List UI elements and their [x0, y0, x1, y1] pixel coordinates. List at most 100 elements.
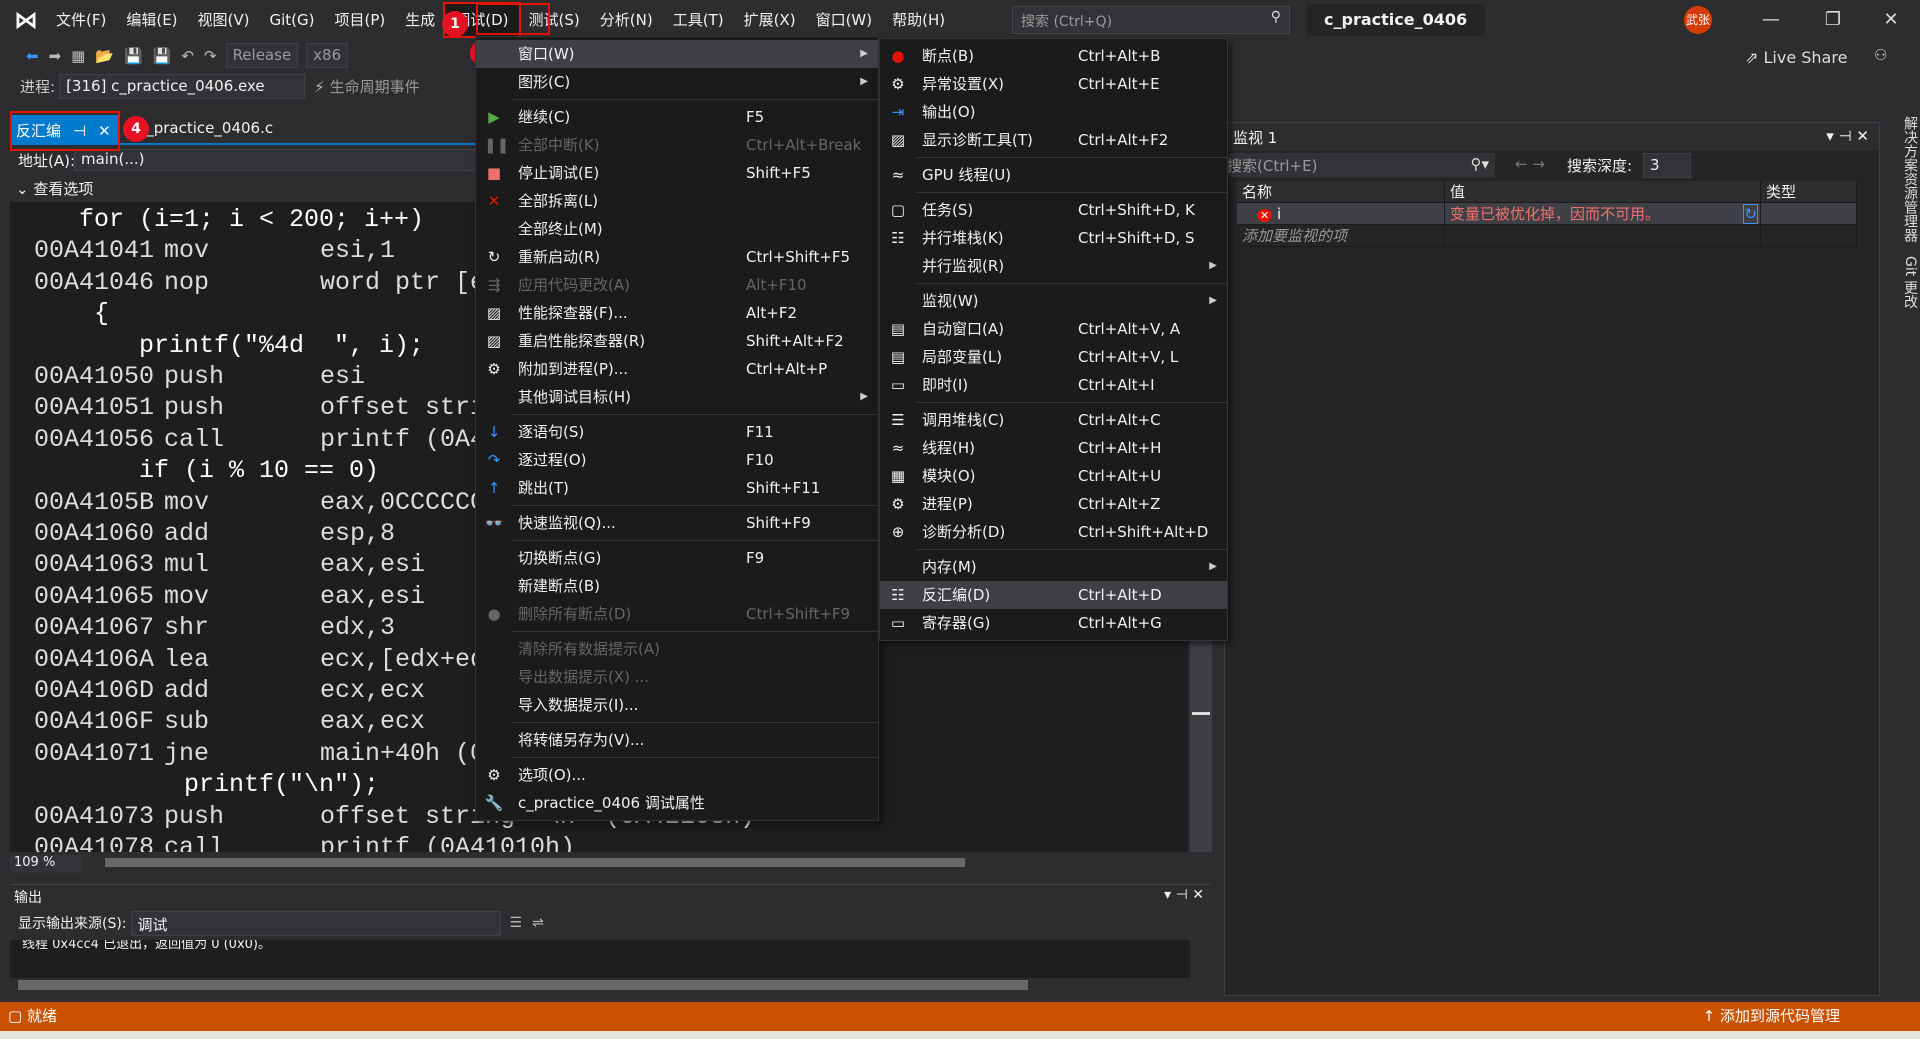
menu-item[interactable]: 将转储另存为(V)... [476, 726, 878, 754]
menu-item[interactable]: ▦ 模块(O) Ctrl+Alt+U [880, 462, 1227, 490]
column-header-value[interactable]: 值 [1445, 181, 1761, 202]
menu-item[interactable]: ▨ 显示诊断工具(T) Ctrl+Alt+F2 [880, 126, 1227, 154]
menu-item[interactable]: 其他调试目标(H) ▶ [476, 383, 878, 411]
menu-item[interactable]: ⇥ 输出(O) [880, 98, 1227, 126]
forward-icon[interactable]: ➡ [49, 47, 62, 65]
menu-2[interactable]: 视图(V) [188, 4, 260, 36]
menu-item[interactable]: ⚙ 进程(P) Ctrl+Alt+Z [880, 490, 1227, 518]
lifecycle-events[interactable]: 生命周期事件 [330, 76, 420, 97]
platform-select[interactable]: x86 [306, 43, 349, 68]
watch-row[interactable]: ✕ i 变量已被优化掉，因而不可用。 ↻ [1237, 203, 1857, 225]
menu-item[interactable]: ⚙ 异常设置(X) Ctrl+Alt+E [880, 70, 1227, 98]
menu-1[interactable]: 编辑(E) [116, 4, 187, 36]
menu-item[interactable]: 窗口(W) ▶ [476, 40, 878, 68]
menu-item[interactable]: ↑ 跳出(T) Shift+F11 [476, 474, 878, 502]
process-select[interactable]: [316] c_practice_0406.exe [59, 74, 306, 99]
source-control-button[interactable]: ↑ 添加到源代码管理 [1703, 1002, 1840, 1031]
menu-item[interactable]: 图形(C) ▶ [476, 68, 878, 96]
menu-item[interactable]: 并行监视(R) ▶ [880, 252, 1227, 280]
menu-item[interactable]: ☰ 调用堆栈(C) Ctrl+Alt+C [880, 406, 1227, 434]
menu-item[interactable]: ● 断点(B) Ctrl+Alt+B [880, 42, 1227, 70]
menu-5[interactable]: 生成 [395, 4, 445, 36]
menu-item[interactable]: 内存(M) ▶ [880, 553, 1227, 581]
horizontal-scrollbar[interactable] [10, 853, 1190, 873]
menu-item[interactable]: ▨ 性能探查器(F)... Alt+F2 [476, 299, 878, 327]
menu-item[interactable]: ▭ 寄存器(G) Ctrl+Alt+G [880, 609, 1227, 637]
pin-icon[interactable]: ⊣ [73, 122, 86, 140]
open-icon[interactable]: 📂 [95, 47, 114, 65]
save-all-icon[interactable]: 💾 [153, 47, 172, 65]
menu-item[interactable]: 全部终止(M) [476, 215, 878, 243]
menu-item[interactable]: ▤ 自动窗口(A) Ctrl+Alt+V, A [880, 315, 1227, 343]
menu-item[interactable]: ✕ 全部拆离(L) [476, 187, 878, 215]
side-tab-git-changes[interactable]: Git 更改 [1902, 256, 1918, 309]
side-tab-solution-explorer[interactable]: 解决方案资源管理器 [1902, 116, 1918, 242]
nav-arrows[interactable]: ← → [1515, 155, 1545, 173]
add-watch-row[interactable]: 添加要监视的项 [1237, 225, 1857, 247]
menu-item[interactable]: 清除所有数据提示(A) [476, 635, 878, 663]
word-wrap-icon[interactable]: ⇌ [532, 915, 544, 931]
redo-icon[interactable]: ↷ [204, 47, 217, 65]
view-options-toggle[interactable]: ⌄ 查看选项 [10, 178, 99, 199]
new-project-icon[interactable]: ▦ [71, 47, 85, 65]
back-icon[interactable]: ⬅ [26, 47, 39, 65]
search-depth-select[interactable]: 3 [1643, 153, 1691, 178]
column-header-type[interactable]: 类型 [1761, 181, 1857, 202]
close-tab-icon[interactable]: ✕ [98, 122, 111, 140]
output-source-select[interactable]: 调试 [130, 910, 501, 936]
menu-item[interactable]: ▭ 即时(I) Ctrl+Alt+I [880, 371, 1227, 399]
menu-item[interactable]: ▢ 任务(S) Ctrl+Shift+D, K [880, 196, 1227, 224]
menu-item[interactable]: ❚❚ 全部中断(K) Ctrl+Alt+Break [476, 131, 878, 159]
clear-all-icon[interactable]: ☰ [510, 915, 523, 931]
avatar[interactable]: 武张 [1684, 6, 1712, 34]
menu-item[interactable]: ⚙ 附加到进程(P)... Ctrl+Alt+P [476, 355, 878, 383]
menu-item[interactable]: ⚙ 选项(O)... [476, 761, 878, 789]
menu-7[interactable]: 测试(S) [519, 4, 590, 36]
menu-item[interactable]: ⊕ 诊断分析(D) Ctrl+Shift+Alt+D [880, 518, 1227, 546]
menu-item[interactable]: ⇶ 应用代码更改(A) Alt+F10 [476, 271, 878, 299]
tab-disassembly[interactable]: 反汇编 ⊣ ✕ [10, 115, 118, 145]
menu-0[interactable]: 文件(F) [46, 4, 116, 36]
menu-item[interactable]: 新建断点(B) [476, 572, 878, 600]
menu-item[interactable]: ≈ 线程(H) Ctrl+Alt+H [880, 434, 1227, 462]
menu-4[interactable]: 项目(P) [325, 4, 396, 36]
panel-controls[interactable]: ▾ ⊣ ✕ [1164, 887, 1204, 903]
menu-8[interactable]: 分析(N) [590, 4, 663, 36]
tab-source-file[interactable]: c_practice_0406.c [138, 119, 273, 137]
panel-controls[interactable]: ▾ ⊣ ✕ [1826, 127, 1869, 145]
menu-item[interactable]: ≈ GPU 线程(U) [880, 161, 1227, 189]
menu-item[interactable]: ☷ 反汇编(D) Ctrl+Alt+D [880, 581, 1227, 609]
menu-9[interactable]: 工具(T) [663, 4, 734, 36]
column-header-name[interactable]: 名称 [1237, 181, 1445, 202]
menu-item[interactable]: ↓ 逐语句(S) F11 [476, 418, 878, 446]
menu-item[interactable]: 👓 快速监视(Q)... Shift+F9 [476, 509, 878, 537]
menu-item[interactable]: 切换断点(G) F9 [476, 544, 878, 572]
configuration-select[interactable]: Release [225, 43, 299, 68]
menu-item[interactable]: ↻ 重新启动(R) Ctrl+Shift+F5 [476, 243, 878, 271]
menu-item[interactable]: ▤ 局部变量(L) Ctrl+Alt+V, L [880, 343, 1227, 371]
menu-item[interactable]: ● 删除所有断点(D) Ctrl+Shift+F9 [476, 600, 878, 628]
undo-icon[interactable]: ↶ [181, 47, 194, 65]
minimize-button[interactable]: — [1748, 0, 1794, 40]
menu-item[interactable]: ■ 停止调试(E) Shift+F5 [476, 159, 878, 187]
menu-item[interactable]: ▶ 继续(C) F5 [476, 103, 878, 131]
zoom-select[interactable]: 109 % [10, 855, 82, 873]
menu-item[interactable]: 导入数据提示(I)... [476, 691, 878, 719]
menu-item[interactable]: 监视(W) ▶ [880, 287, 1227, 315]
menu-12[interactable]: 帮助(H) [882, 4, 955, 36]
menu-item[interactable]: ▨ 重启性能探查器(R) Shift+Alt+F2 [476, 327, 878, 355]
menu-item[interactable]: ↷ 逐过程(O) F10 [476, 446, 878, 474]
maximize-button[interactable]: ❐ [1810, 0, 1856, 40]
feedback-icon[interactable]: ⚇ [1874, 46, 1887, 64]
menu-11[interactable]: 窗口(W) [806, 4, 883, 36]
output-text[interactable]: 线程 0x4cc4 已退出，返回值为 0 (0x0)。 [10, 940, 1190, 978]
save-icon[interactable]: 💾 [124, 47, 143, 65]
menu-10[interactable]: 扩展(X) [734, 4, 806, 36]
menu-item[interactable]: 导出数据提示(X) ... [476, 663, 878, 691]
menu-3[interactable]: Git(G) [260, 4, 325, 36]
search-box[interactable]: 搜索 (Ctrl+Q) ⚲ [1012, 6, 1290, 34]
watch-search-input[interactable]: 搜索(Ctrl+E) ⚲▾ [1225, 153, 1495, 177]
menu-item[interactable]: ☷ 并行堆栈(K) Ctrl+Shift+D, S [880, 224, 1227, 252]
refresh-icon[interactable]: ↻ [1743, 204, 1758, 224]
live-share-button[interactable]: ⇗ Live Share [1745, 48, 1847, 67]
